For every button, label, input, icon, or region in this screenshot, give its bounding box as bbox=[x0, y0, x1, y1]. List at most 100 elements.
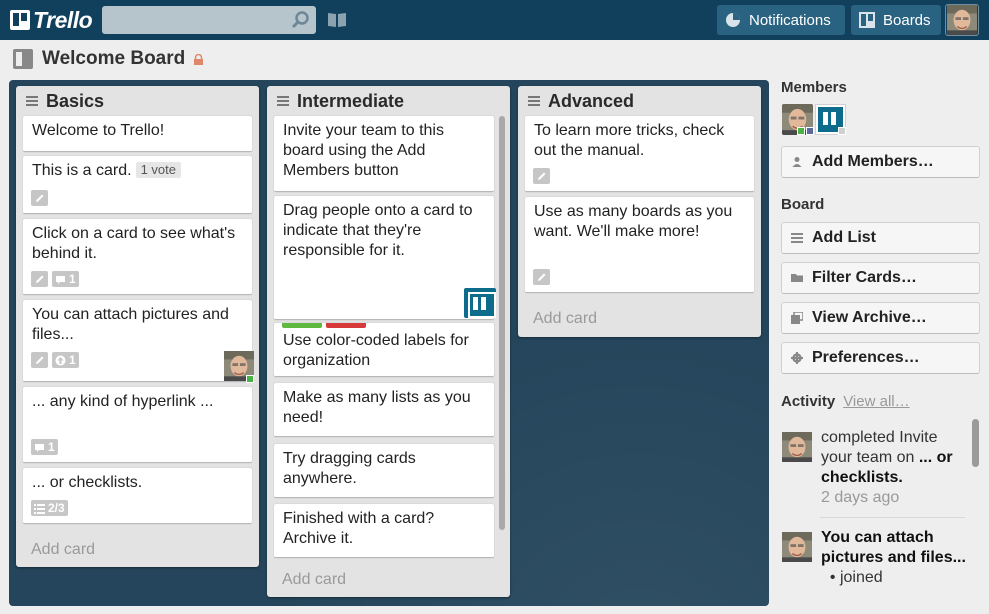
boards-button[interactable]: Boards bbox=[851, 5, 941, 35]
add-card-button[interactable]: Add card bbox=[533, 310, 597, 328]
list-icon bbox=[791, 233, 803, 243]
card[interactable]: Use color-coded labels for organization bbox=[274, 323, 494, 377]
checklist-icon bbox=[34, 503, 45, 514]
activity-heading: Activity bbox=[781, 393, 836, 410]
card[interactable]: You can attach pictures and files... 1 bbox=[23, 300, 255, 383]
notifications-button[interactable]: Notifications bbox=[717, 5, 845, 35]
label-green bbox=[282, 323, 322, 328]
vote-badge: 1 vote bbox=[135, 162, 182, 178]
card[interactable]: Try dragging cards anywhere. bbox=[274, 444, 494, 498]
activity-avatar[interactable] bbox=[781, 432, 813, 462]
list-header[interactable]: Intermediate bbox=[267, 86, 510, 116]
activity-item: You can attach pictures and files... • j… bbox=[781, 528, 966, 588]
edit-badge[interactable] bbox=[533, 168, 550, 184]
gear-icon bbox=[791, 352, 803, 364]
member-role-dot bbox=[838, 127, 846, 135]
label-red bbox=[326, 323, 366, 328]
comment-icon bbox=[56, 275, 65, 284]
edit-badge[interactable] bbox=[533, 269, 550, 285]
person-icon bbox=[792, 157, 802, 167]
members-heading: Members bbox=[781, 79, 847, 96]
notifications-icon bbox=[726, 13, 740, 27]
archive-icon bbox=[791, 312, 803, 324]
view-all-link[interactable]: View all… bbox=[843, 393, 909, 410]
activity-header: Activity View all… bbox=[781, 393, 910, 410]
card[interactable]: Make as many lists as you need! bbox=[274, 383, 494, 437]
pencil-icon bbox=[538, 273, 546, 281]
board-title[interactable]: Welcome Board bbox=[42, 48, 185, 70]
list-advanced[interactable]: Advanced To learn more tricks, check out… bbox=[518, 86, 761, 337]
card-text: Make as many lists as you need! bbox=[283, 389, 471, 426]
member-status-dot bbox=[246, 375, 254, 383]
logo-text: Trello bbox=[33, 6, 93, 33]
view-archive-button[interactable]: View Archive… bbox=[781, 302, 980, 334]
list-title[interactable]: Advanced bbox=[548, 91, 634, 112]
card-text: Welcome to Trello! bbox=[32, 122, 165, 139]
card-text: Drag people onto a card to indicate that… bbox=[283, 202, 473, 259]
add-list-label: Add List bbox=[812, 229, 876, 246]
preferences-button[interactable]: Preferences… bbox=[781, 342, 980, 374]
comments-badge: 1 bbox=[52, 271, 79, 287]
trello-logo-icon bbox=[10, 10, 30, 30]
filter-cards-button[interactable]: Filter Cards… bbox=[781, 262, 980, 294]
card[interactable]: Invite your team to this board using the… bbox=[274, 116, 494, 192]
activity-card-link[interactable]: You can attach pictures and files... bbox=[821, 529, 966, 566]
attachment-count: 1 bbox=[69, 353, 76, 367]
card-member-trello-avatar[interactable] bbox=[464, 288, 496, 318]
sidebar-scrollbar[interactable] bbox=[972, 419, 979, 467]
card[interactable]: This is a card. 1 vote bbox=[23, 156, 252, 214]
card[interactable]: ... any kind of hyperlink ... 1 bbox=[23, 387, 252, 463]
card-text: Click on a card to see what's behind it. bbox=[32, 225, 236, 262]
edit-badge[interactable] bbox=[31, 190, 48, 206]
trello-logo[interactable]: Trello bbox=[10, 6, 93, 34]
card[interactable]: Click on a card to see what's behind it.… bbox=[23, 219, 252, 295]
add-members-button[interactable]: Add Members… bbox=[781, 146, 980, 178]
comment-count: 1 bbox=[48, 440, 55, 454]
card[interactable]: Welcome to Trello! bbox=[23, 116, 252, 152]
user-avatar[interactable] bbox=[945, 4, 979, 36]
activity-bullet: • joined bbox=[821, 569, 883, 586]
search-icon[interactable] bbox=[290, 10, 310, 30]
list-header[interactable]: Basics bbox=[16, 86, 259, 116]
edit-badge[interactable] bbox=[31, 271, 48, 287]
view-archive-label: View Archive… bbox=[812, 309, 927, 326]
board-icon bbox=[13, 49, 33, 69]
card[interactable]: ... or checklists. 2/3 bbox=[23, 468, 252, 524]
add-list-button[interactable]: Add List bbox=[781, 222, 980, 254]
pencil-icon bbox=[36, 356, 44, 364]
attachments-badge: 1 bbox=[52, 352, 79, 368]
preferences-label: Preferences… bbox=[812, 349, 920, 366]
list-header[interactable]: Advanced bbox=[518, 86, 761, 116]
edit-badge[interactable] bbox=[31, 352, 48, 368]
member-role-dot bbox=[806, 127, 814, 135]
card-text: Use color-coded labels for organization bbox=[283, 332, 469, 369]
card[interactable]: Use as many boards as you want. We'll ma… bbox=[525, 197, 754, 293]
activity-time: 2 days ago bbox=[821, 489, 900, 506]
activity-avatar[interactable] bbox=[781, 532, 813, 562]
card-text: Try dragging cards anywhere. bbox=[283, 450, 416, 487]
list-menu-icon[interactable] bbox=[26, 96, 38, 106]
comment-icon bbox=[35, 443, 44, 452]
activity-divider bbox=[820, 517, 965, 518]
lock-icon bbox=[194, 54, 203, 65]
list-menu-icon[interactable] bbox=[528, 96, 540, 106]
list-basics[interactable]: Basics Welcome to Trello! This is a card… bbox=[16, 86, 259, 567]
book-icon[interactable] bbox=[327, 11, 347, 28]
card-text: ... or checklists. bbox=[32, 474, 143, 491]
list-intermediate[interactable]: Intermediate Invite your team to this bo… bbox=[267, 86, 510, 597]
search-input[interactable] bbox=[102, 6, 316, 34]
card[interactable]: Finished with a card? Archive it. bbox=[274, 504, 494, 558]
pencil-icon bbox=[36, 194, 44, 202]
list-scrollbar[interactable] bbox=[499, 116, 505, 530]
list-title[interactable]: Intermediate bbox=[297, 91, 404, 112]
checklist-count: 2/3 bbox=[48, 501, 65, 515]
list-title[interactable]: Basics bbox=[46, 91, 104, 112]
card[interactable]: To learn more tricks, check out the manu… bbox=[525, 116, 754, 192]
member-status-dot bbox=[797, 127, 805, 135]
add-card-button[interactable]: Add card bbox=[282, 571, 346, 589]
pencil-icon bbox=[538, 172, 546, 180]
add-card-button[interactable]: Add card bbox=[31, 541, 95, 559]
card-text: ... any kind of hyperlink ... bbox=[32, 393, 214, 410]
list-menu-icon[interactable] bbox=[277, 96, 289, 106]
card[interactable]: Drag people onto a card to indicate that… bbox=[274, 196, 496, 320]
